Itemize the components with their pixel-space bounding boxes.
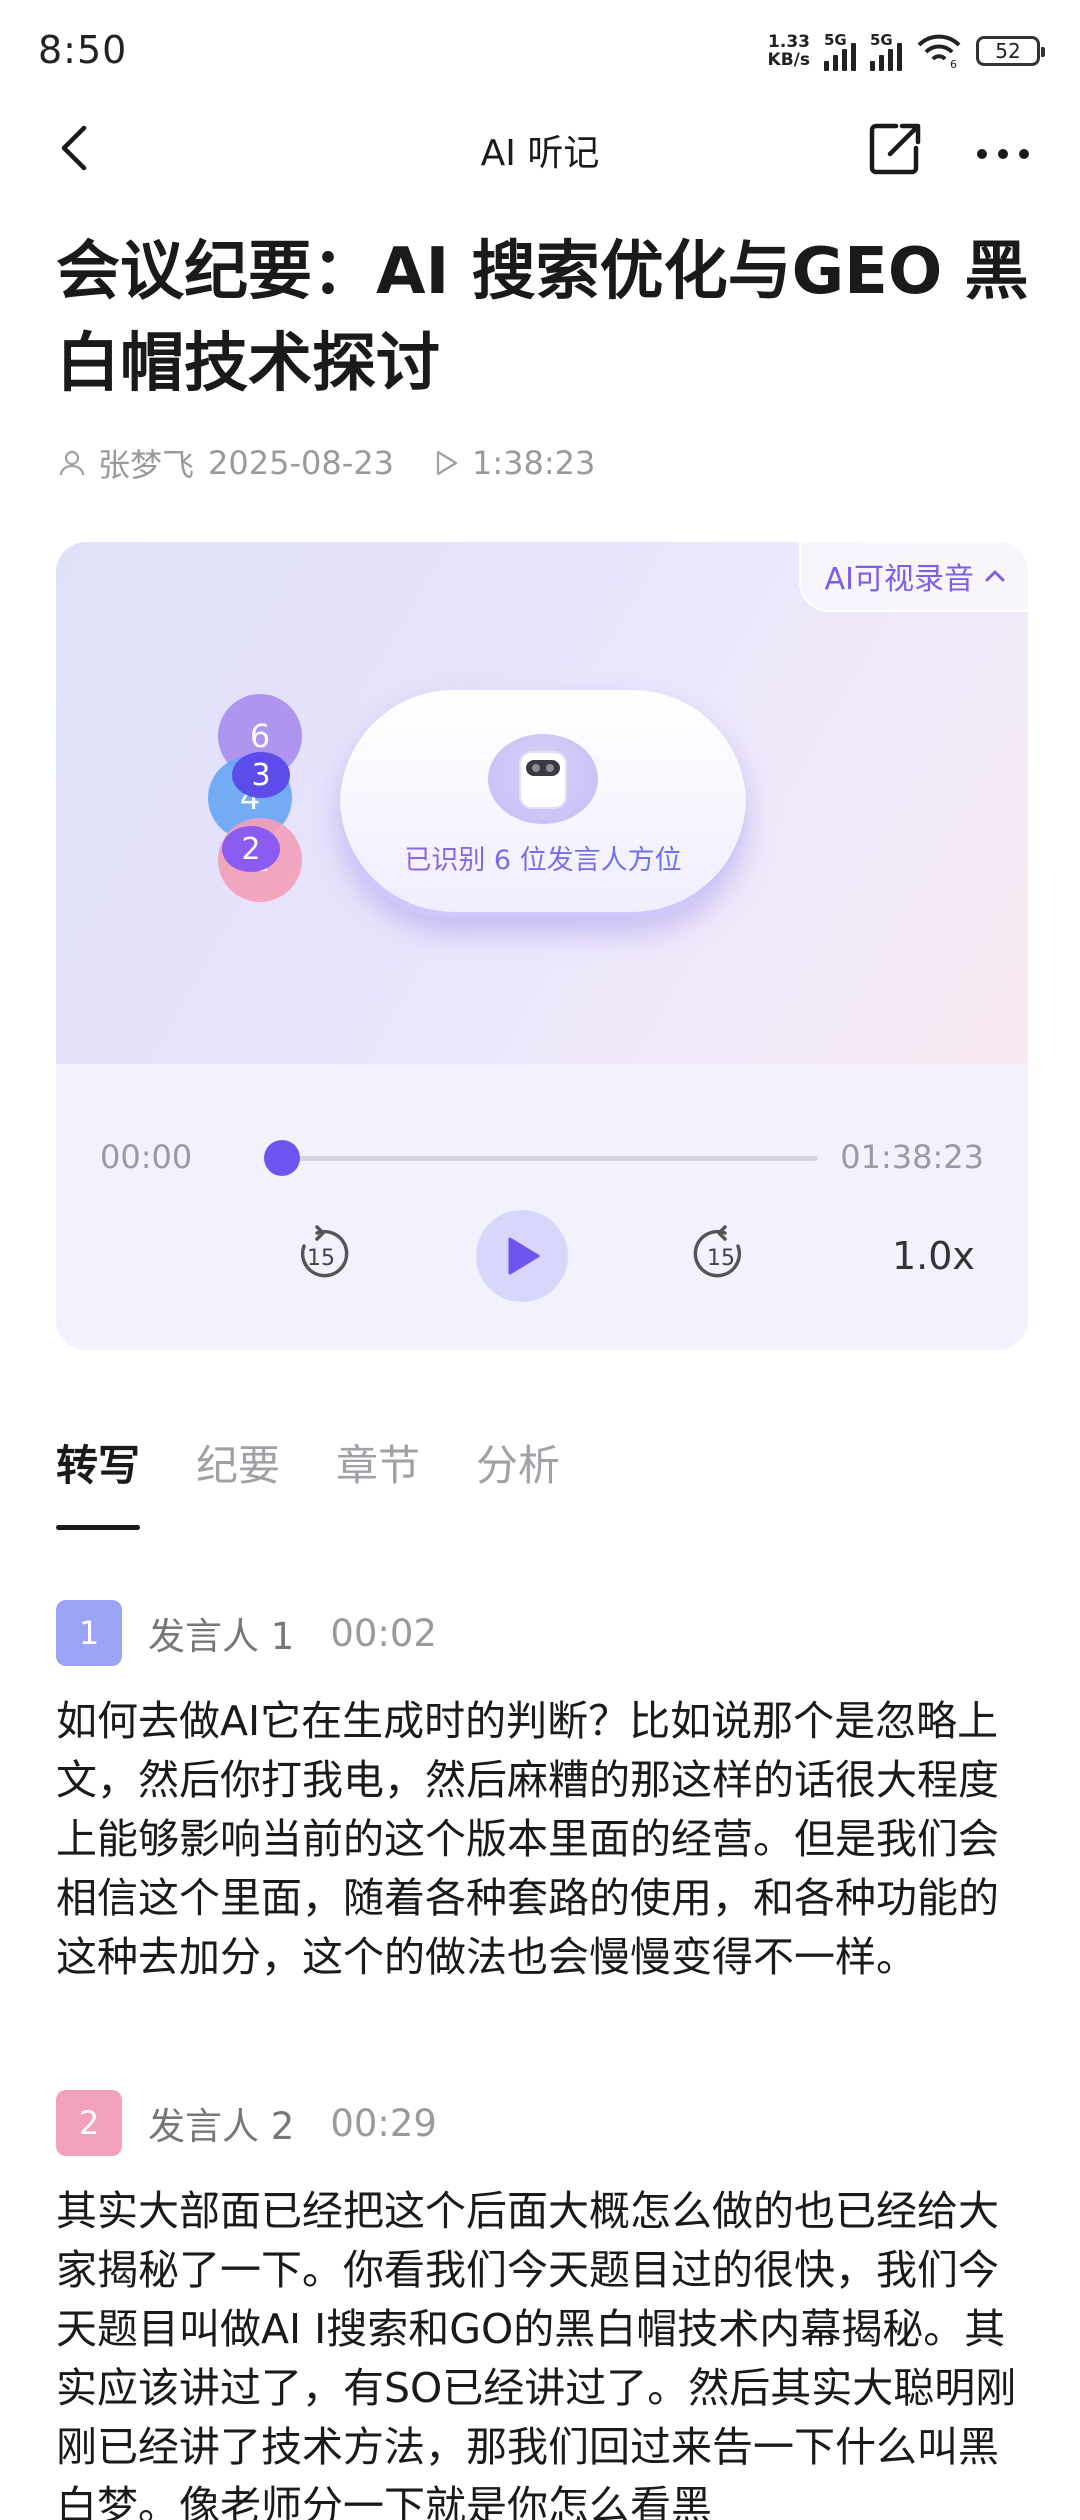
forward-icon: 15: [693, 1225, 742, 1278]
tab-analysis[interactable]: 分析: [476, 1430, 560, 1530]
document-meta: 张梦飞 2025-08-23 1:38:23: [56, 438, 595, 488]
transcript-entry: 1 发言人 1 00:02 如何去做AI它在生成时的判断？比如说那个是忽略上文，…: [56, 1600, 1028, 1987]
rewind-icon: 15: [300, 1225, 349, 1278]
entry-timestamp[interactable]: 00:02: [330, 1612, 437, 1655]
wifi-icon: 6: [917, 34, 961, 69]
speaker-name: 发言人 1: [148, 1615, 295, 1658]
transcript-text: 其实大部面已经把这个后面大概怎么做的也已经给大家揭秘了一下。你看我们今天题目过的…: [56, 2187, 1017, 2520]
tab-chapters[interactable]: 章节: [336, 1430, 420, 1530]
tab-summary[interactable]: 纪要: [196, 1430, 280, 1530]
tab-transcript[interactable]: 转写: [56, 1430, 141, 1530]
progress-thumb[interactable]: [264, 1140, 300, 1176]
ai-visual-recording-toggle[interactable]: AI可视录音: [798, 542, 1028, 612]
visual-recording-card: AI可视录音 6 4 2 3 2 已识别 6 位发言人方位: [56, 542, 1028, 1064]
play-duration-icon: [436, 450, 458, 476]
share-icon: [869, 123, 921, 175]
forward-seconds: 15: [707, 1246, 735, 1271]
play-button[interactable]: [476, 1210, 568, 1302]
status-bar: 8:50 1.33 KB/s 5G 5G 6 52: [0, 0, 1080, 100]
wifi-version-label: 6: [950, 58, 957, 69]
document-title: 会议纪要：AI 搜索优化与GEO 黑白帽技术探讨: [56, 235, 1029, 401]
current-time: 00:00: [100, 1138, 193, 1176]
speaker-badge: 1: [56, 1600, 122, 1666]
audio-player: 00:00 01:38:23 15 15 1.0x: [56, 1064, 1028, 1350]
share-button[interactable]: [860, 114, 930, 182]
more-button[interactable]: [968, 114, 1038, 182]
transcript-text: 如何去做AI它在生成时的判断？比如说那个是忽略上文，然后你打我电，然后麻糟的那这…: [56, 1697, 999, 1981]
entry-timestamp[interactable]: 00:29: [330, 2102, 437, 2145]
content-tabs: 转写 纪要 章节 分析: [56, 1430, 560, 1530]
total-time: 01:38:23: [840, 1138, 984, 1176]
transcript-entry-header: 1 发言人 1 00:02: [56, 1600, 1028, 1666]
battery-icon: 52: [976, 36, 1045, 66]
document-date: 2025-08-23: [208, 444, 394, 482]
battery-level: 52: [995, 39, 1021, 63]
author-name: 张梦飞: [98, 446, 195, 484]
status-time: 8:50: [38, 28, 128, 72]
status-icons: 1.33 KB/s 5G 5G 6 52: [768, 28, 1045, 74]
rewind-seconds: 15: [307, 1246, 335, 1271]
top-navigation: AI 听记: [0, 108, 1080, 188]
forward-15-button[interactable]: 15: [690, 1224, 752, 1286]
rewind-15-button[interactable]: 15: [290, 1224, 352, 1286]
speaker-dot: 2: [222, 826, 280, 872]
cell-signal-icon: 5G: [870, 31, 902, 71]
playback-speed-button[interactable]: 1.0x: [892, 1234, 975, 1278]
signal-type-label: 5G: [870, 31, 893, 49]
speaker-position-dots: 6 4 2 3 2: [208, 694, 326, 924]
speaker-detection-pill: 已识别 6 位发言人方位: [340, 690, 746, 918]
network-speed-value: 1.33: [768, 32, 810, 52]
signal-type-label: 5G: [824, 31, 847, 49]
network-speed: 1.33 KB/s: [768, 33, 810, 69]
network-speed-unit: KB/s: [767, 50, 810, 70]
cell-signal-icon: 5G: [824, 31, 856, 71]
chevron-up-icon: [985, 570, 1005, 582]
progress-track[interactable]: [282, 1156, 818, 1161]
speaker-dot: 3: [232, 752, 290, 798]
speakers-identified-text: 已识别 6 位发言人方位: [340, 838, 746, 877]
transcript-entry-header: 2 发言人 2 00:29: [56, 2090, 1028, 2156]
speaker-badge: 2: [56, 2090, 122, 2156]
document-duration: 1:38:23: [471, 444, 596, 482]
ai-visual-recording-label: AI可视录音: [824, 562, 974, 597]
recorder-device-image: [488, 734, 598, 824]
speaker-name: 发言人 2: [148, 2105, 295, 2148]
transcript-entry: 2 发言人 2 00:29 其实大部面已经把这个后面大概怎么做的也已经给大家揭秘…: [56, 2090, 1028, 2520]
user-icon: [59, 450, 85, 476]
more-icon: [977, 149, 1029, 159]
play-icon: [508, 1237, 540, 1275]
